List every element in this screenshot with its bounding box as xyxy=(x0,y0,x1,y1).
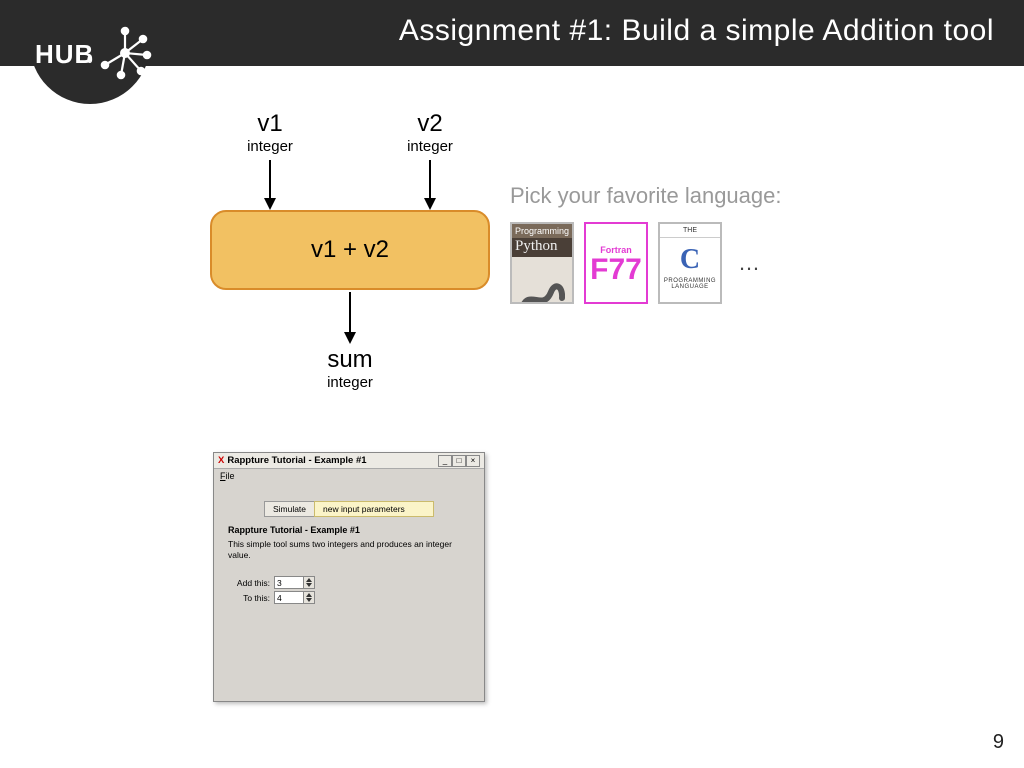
window-maximize-button[interactable]: □ xyxy=(452,455,466,467)
field-to-this-spinner[interactable] xyxy=(304,591,315,604)
input-v1-name: v1 xyxy=(210,110,330,138)
window-minimize-button[interactable]: _ xyxy=(438,455,452,467)
input-v1-type: integer xyxy=(210,138,330,155)
app-heading: Rappture Tutorial - Example #1 xyxy=(228,525,470,535)
hub-logo-text: HUB xyxy=(35,39,94,70)
titlebar[interactable]: X Rappture Tutorial - Example #1 _ □ × xyxy=(214,453,484,469)
c-book-title: C xyxy=(660,244,720,276)
input-v2-name: v2 xyxy=(370,110,490,138)
c-book[interactable]: THE C PROGRAMMING LANGUAGE xyxy=(658,222,722,304)
field-to-this: To this: xyxy=(228,591,470,604)
language-row: Programming Python Fortran F77 THE C PRO… xyxy=(510,222,760,304)
field-to-this-label: To this: xyxy=(228,593,270,603)
field-add-this-spinner[interactable] xyxy=(304,576,315,589)
c-book-sub: PROGRAMMING LANGUAGE xyxy=(660,278,720,290)
app-description: This simple tool sums two integers and p… xyxy=(228,539,470,560)
menubar: File xyxy=(214,469,484,483)
window-close-button[interactable]: × xyxy=(466,455,480,467)
field-add-this-label: Add this: xyxy=(228,578,270,588)
language-prompt: Pick your favorite language: xyxy=(510,183,782,209)
c-book-top: THE xyxy=(660,224,720,238)
hub-burst-icon xyxy=(97,25,153,81)
python-book[interactable]: Programming Python xyxy=(510,222,574,304)
operation-box: v1 + v2 xyxy=(210,210,490,290)
page-number: 9 xyxy=(993,731,1004,754)
output-sum-type: integer xyxy=(290,374,410,391)
titlebar-x-icon: X xyxy=(218,455,224,466)
hub-logo-zero: 0 xyxy=(87,55,93,66)
output-sum-name: sum xyxy=(290,346,410,374)
addition-diagram: v1 integer v2 integer v1 + v2 sum intege… xyxy=(200,110,520,410)
field-add-this: Add this: xyxy=(228,576,470,589)
window-title: Rappture Tutorial - Example #1 xyxy=(227,455,438,466)
page-title: Assignment #1: Build a simple Addition t… xyxy=(399,14,994,48)
field-to-this-input[interactable] xyxy=(274,591,304,604)
simulate-button[interactable]: Simulate xyxy=(264,501,314,517)
python-book-title: Python xyxy=(512,238,572,257)
menu-file[interactable]: File xyxy=(220,471,235,481)
field-add-this-input[interactable] xyxy=(274,576,304,589)
fortran-book-title: F77 xyxy=(590,255,642,285)
rappture-window: X Rappture Tutorial - Example #1 _ □ × F… xyxy=(213,452,485,702)
python-snake-icon xyxy=(519,278,565,304)
hub-logo: HUB 0 xyxy=(30,0,150,104)
python-book-top: Programming xyxy=(512,224,572,238)
input-v2-type: integer xyxy=(370,138,490,155)
simulate-note: new input parameters xyxy=(314,501,434,517)
fortran-book[interactable]: Fortran F77 xyxy=(584,222,648,304)
language-more: … xyxy=(738,250,760,276)
